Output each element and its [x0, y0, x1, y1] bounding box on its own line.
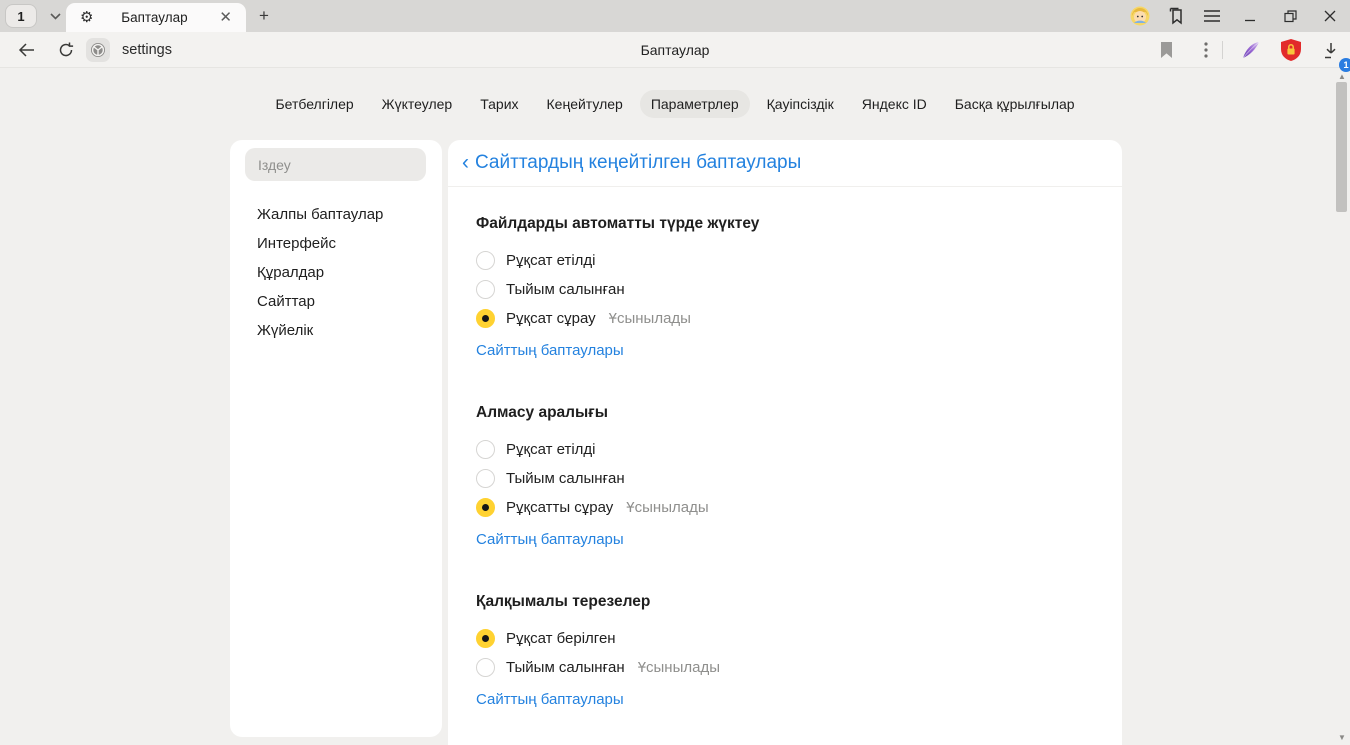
sidebar-item-sites[interactable]: Сайттар: [230, 287, 442, 316]
radio-option[interactable]: Тыйым салынған: [476, 464, 1094, 493]
page-title[interactable]: Сайттардың кеңейтілген баптаулары: [475, 152, 801, 174]
feather-extension-icon[interactable]: [1236, 32, 1266, 68]
content-header: ‹ Сайттардың кеңейтілген баптаулары: [448, 140, 1122, 187]
adblock-shield-icon[interactable]: [1276, 32, 1306, 68]
settings-sidebar: Жалпы баптаулар Интерфейс Құралдар Сайтт…: [230, 140, 442, 737]
extensions-kebab-icon[interactable]: [1192, 32, 1220, 68]
radio-selected-icon[interactable]: [476, 498, 495, 517]
address-bar[interactable]: settings Баптаулар 1: [0, 32, 1350, 68]
search-input[interactable]: [245, 148, 426, 181]
section-clipboard: Алмасу аралығы Рұқсат етілді Тыйым салын…: [476, 404, 1094, 549]
browser-tab[interactable]: ⚙ Баптаулар ✕: [66, 3, 246, 32]
radio-option[interactable]: Тыйым салынған Ұсынылады: [476, 653, 1094, 682]
tab-extensions[interactable]: Кеңейтулер: [536, 90, 634, 118]
scroll-down-icon[interactable]: ▼: [1335, 731, 1349, 743]
tab-close-icon[interactable]: ✕: [215, 8, 236, 27]
minimize-button[interactable]: [1230, 0, 1270, 32]
tab-history[interactable]: Тарих: [469, 90, 529, 118]
radio-selected-icon[interactable]: [476, 629, 495, 648]
radio-option[interactable]: Рұқсат етілді: [476, 246, 1094, 275]
collections-icon[interactable]: [1158, 0, 1194, 32]
sidebar-item-tools[interactable]: Құралдар: [230, 258, 442, 287]
tab-title: Баптаулар: [93, 10, 215, 25]
radio-option[interactable]: Рұқсат етілді: [476, 435, 1094, 464]
settings-nav: Бетбелгілер Жүктеулер Тарих Кеңейтулер П…: [0, 88, 1350, 120]
close-button[interactable]: [1310, 0, 1350, 32]
radio-option-selected[interactable]: Рұқсат берілген: [476, 624, 1094, 653]
profile-avatar[interactable]: [1122, 0, 1158, 32]
tab-security[interactable]: Қауіпсіздік: [756, 90, 845, 118]
settings-content: ‹ Сайттардың кеңейтілген баптаулары Файл…: [448, 140, 1122, 745]
radio-selected-icon[interactable]: [476, 309, 495, 328]
gear-icon: ⚙: [80, 10, 93, 25]
sidebar-list: Жалпы баптаулар Интерфейс Құралдар Сайтт…: [230, 200, 442, 345]
tab-list-chevron-icon[interactable]: [42, 5, 68, 27]
tab-counter[interactable]: 1: [6, 5, 36, 27]
back-chevron-icon[interactable]: ‹: [462, 152, 475, 175]
menu-icon[interactable]: [1194, 0, 1230, 32]
site-settings-link[interactable]: Сайттың баптаулары: [476, 691, 624, 708]
radio-icon[interactable]: [476, 658, 495, 677]
sidebar-item-general[interactable]: Жалпы баптаулар: [230, 200, 442, 229]
radio-option-selected[interactable]: Рұқсат сұрау Ұсынылады: [476, 304, 1094, 333]
page-scrollbar[interactable]: ▲ ▼: [1335, 68, 1349, 745]
tab-yandex-id[interactable]: Яндекс ID: [851, 90, 938, 118]
sidebar-item-interface[interactable]: Интерфейс: [230, 229, 442, 258]
new-tab-button[interactable]: +: [252, 5, 276, 27]
section-title: Алмасу аралығы: [476, 404, 1094, 422]
tab-settings[interactable]: Параметрлер: [640, 90, 750, 118]
reload-icon[interactable]: [52, 32, 80, 68]
scrollbar-thumb[interactable]: [1336, 82, 1347, 212]
radio-icon[interactable]: [476, 440, 495, 459]
radio-icon[interactable]: [476, 251, 495, 270]
url-text[interactable]: settings: [122, 32, 172, 68]
back-icon[interactable]: [12, 32, 40, 68]
tab-strip: 1 ⚙ Баптаулар ✕ +: [0, 0, 1350, 32]
radio-icon[interactable]: [476, 469, 495, 488]
radio-icon[interactable]: [476, 280, 495, 299]
scroll-up-icon[interactable]: ▲: [1335, 70, 1349, 82]
tab-other-devices[interactable]: Басқа құрылғылар: [944, 90, 1086, 118]
radio-option-selected[interactable]: Рұқсатты сұрау Ұсынылады: [476, 493, 1094, 522]
site-settings-link[interactable]: Сайттың баптаулары: [476, 531, 624, 548]
section-title: Файлдарды автоматты түрде жүктеу: [476, 215, 1094, 233]
section-auto-download: Файлдарды автоматты түрде жүктеу Рұқсат …: [476, 215, 1094, 360]
sidebar-item-system[interactable]: Жүйелік: [230, 316, 442, 345]
bookmark-flag-icon[interactable]: [1152, 32, 1180, 68]
section-title: Қалқымалы терезелер: [476, 593, 1094, 611]
restore-button[interactable]: [1270, 0, 1310, 32]
tab-bookmarks[interactable]: Бетбелгілер: [264, 90, 364, 118]
site-favicon: [86, 38, 110, 62]
page-title-center: Баптаулар: [0, 32, 1350, 68]
site-settings-link[interactable]: Сайттың баптаулары: [476, 342, 624, 359]
toolbar-divider: [1222, 41, 1223, 59]
radio-option[interactable]: Тыйым салынған: [476, 275, 1094, 304]
section-popups: Қалқымалы терезелер Рұқсат берілген Тыйы…: [476, 593, 1094, 709]
downloads-icon[interactable]: 1: [1316, 32, 1346, 68]
tab-downloads[interactable]: Жүктеулер: [371, 90, 464, 118]
